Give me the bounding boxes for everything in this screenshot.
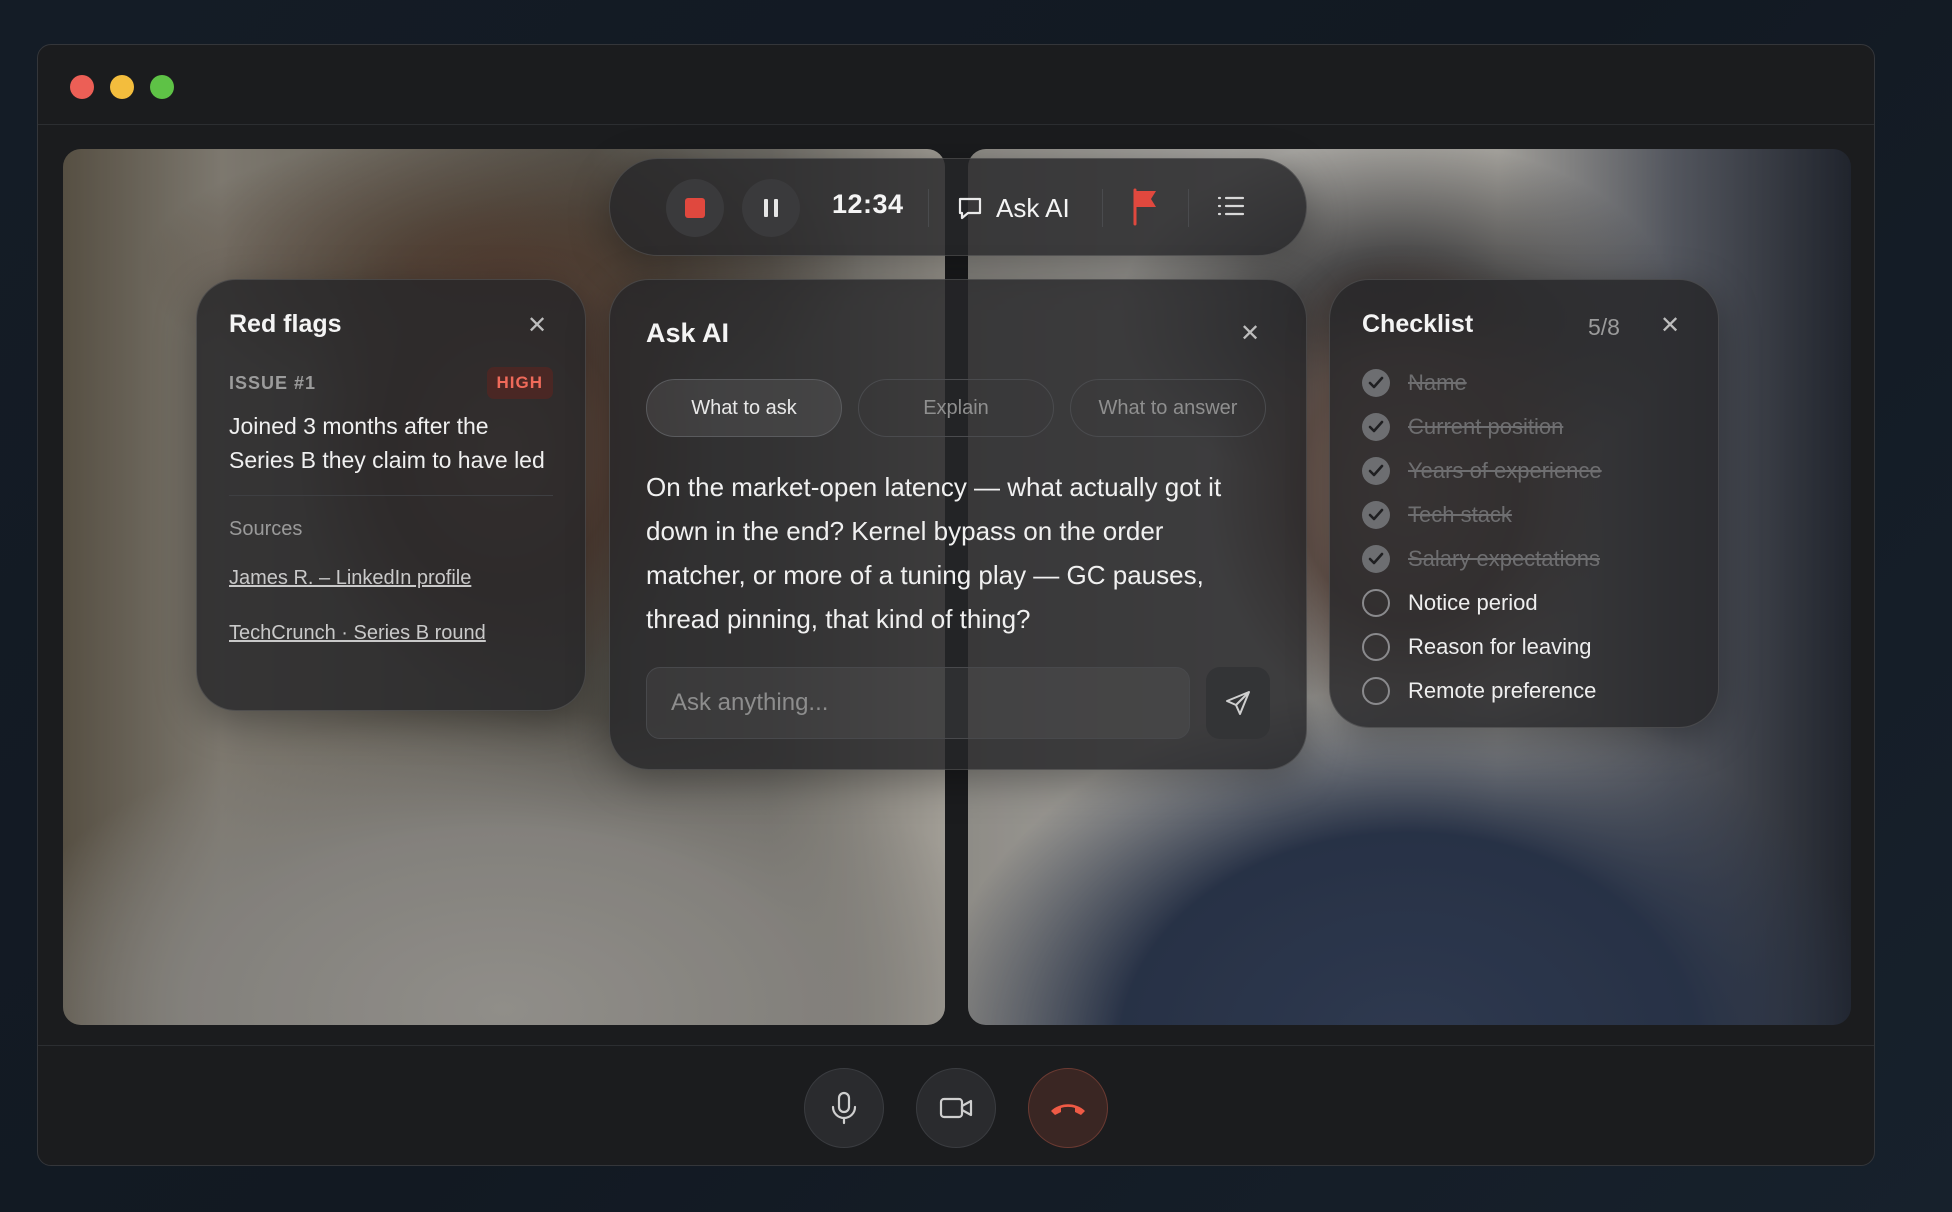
sources-label: Sources <box>229 518 303 540</box>
pause-icon <box>764 199 778 217</box>
checklist-progress: 5/8 <box>1588 314 1620 340</box>
microphone-icon <box>831 1091 857 1125</box>
camera-button[interactable] <box>916 1068 996 1148</box>
red-flag-button[interactable] <box>1130 187 1160 232</box>
hang-up-icon <box>1051 1104 1085 1115</box>
minimize-window-button[interactable] <box>110 75 134 99</box>
checklist-button[interactable] <box>1216 189 1246 228</box>
checked-circle-icon[interactable] <box>1362 413 1390 441</box>
ai-suggestion: On the market-open latency — what actual… <box>646 472 1222 634</box>
source-link[interactable]: James R. – LinkedIn profile <box>229 567 553 590</box>
ask-input[interactable] <box>646 667 1190 739</box>
checked-circle-icon[interactable] <box>1362 369 1390 397</box>
unchecked-circle-icon[interactable] <box>1362 633 1390 661</box>
checklist-item[interactable]: Notice period <box>1362 581 1686 625</box>
ask-ai-title: Ask AI <box>646 318 730 348</box>
checklist-item-label: Reason for leaving <box>1408 634 1592 659</box>
checklist-items: Name Current position Years of experience T… <box>1362 361 1686 713</box>
checklist-item[interactable]: Remote preference <box>1362 669 1686 713</box>
checklist-item[interactable]: Salary expectations <box>1362 537 1686 581</box>
ask-ai-tabs: What to ask Explain What to answer <box>646 379 1270 437</box>
checked-circle-icon[interactable] <box>1362 545 1390 573</box>
divider <box>229 495 553 496</box>
red-flags-panel: Red flags ✕ ISSUE #1 HIGH Joined 3 month… <box>196 279 586 711</box>
close-ask-ai-button[interactable]: ✕ <box>1240 322 1260 346</box>
checklist-item[interactable]: Current position <box>1362 405 1686 449</box>
chat-bubble-icon <box>958 197 982 220</box>
ask-input-row <box>646 667 1270 739</box>
checklist-item[interactable]: Tech stack <box>1362 493 1686 537</box>
issue-label: ISSUE #1 <box>229 372 317 393</box>
checklist-item[interactable]: Reason for leaving <box>1362 625 1686 669</box>
maximize-window-button[interactable] <box>150 75 174 99</box>
checklist-item-label: Notice period <box>1408 590 1538 615</box>
ask-ai-label: Ask AI <box>996 192 1070 223</box>
unchecked-circle-icon[interactable] <box>1362 589 1390 617</box>
checklist-item-label: Years of experience <box>1408 458 1602 483</box>
checklist-item[interactable]: Years of experience <box>1362 449 1686 493</box>
close-red-flags-button[interactable]: ✕ <box>527 314 547 338</box>
send-icon <box>1226 691 1250 715</box>
unchecked-circle-icon[interactable] <box>1362 677 1390 705</box>
microphone-button[interactable] <box>804 1068 884 1148</box>
tab-explain[interactable]: Explain <box>858 379 1054 437</box>
send-button[interactable] <box>1206 667 1270 739</box>
tab-what-to-answer[interactable]: What to answer <box>1070 379 1266 437</box>
camera-icon <box>939 1097 973 1119</box>
issue-description: Joined 3 months after the Series B they … <box>229 413 545 473</box>
checklist-item-label: Salary expectations <box>1408 546 1600 571</box>
source-link[interactable]: TechCrunch · Series B round <box>229 622 553 645</box>
checklist-item-label: Current position <box>1408 414 1564 439</box>
tab-what-to-ask[interactable]: What to ask <box>646 379 842 437</box>
checklist-item-label: Remote preference <box>1408 678 1597 703</box>
checklist-panel: Checklist 5/8 ✕ Name Current position Year… <box>1329 279 1719 728</box>
call-controls-bar <box>38 1045 1874 1165</box>
checked-circle-icon[interactable] <box>1362 501 1390 529</box>
severity-badge: HIGH <box>486 367 553 399</box>
close-checklist-button[interactable]: ✕ <box>1660 314 1680 338</box>
end-call-button[interactable] <box>1028 1068 1108 1148</box>
toolbar-divider <box>928 189 929 227</box>
checked-circle-icon[interactable] <box>1362 457 1390 485</box>
title-bar <box>38 45 1874 125</box>
checklist-item[interactable]: Name <box>1362 361 1686 405</box>
red-flags-title: Red flags <box>229 310 342 338</box>
stop-recording-button[interactable] <box>666 179 724 237</box>
recording-toolbar: 12:34 Ask AI <box>609 158 1307 256</box>
recording-timer: 12:34 <box>832 189 904 219</box>
ask-ai-button[interactable]: Ask AI <box>956 181 1070 235</box>
checklist-item-label: Name <box>1408 370 1467 395</box>
close-window-button[interactable] <box>70 75 94 99</box>
issue-header: ISSUE #1 HIGH <box>229 367 553 399</box>
ask-ai-panel: Ask AI ✕ What to ask Explain What to ans… <box>609 279 1307 770</box>
stop-icon <box>685 198 705 218</box>
checklist-title: Checklist <box>1362 310 1474 338</box>
flag-icon <box>1133 188 1156 226</box>
toolbar-divider <box>1102 189 1103 227</box>
list-icon <box>1217 196 1245 216</box>
pause-button[interactable] <box>742 179 800 237</box>
toolbar-divider <box>1188 189 1189 227</box>
checklist-item-label: Tech stack <box>1408 502 1512 527</box>
